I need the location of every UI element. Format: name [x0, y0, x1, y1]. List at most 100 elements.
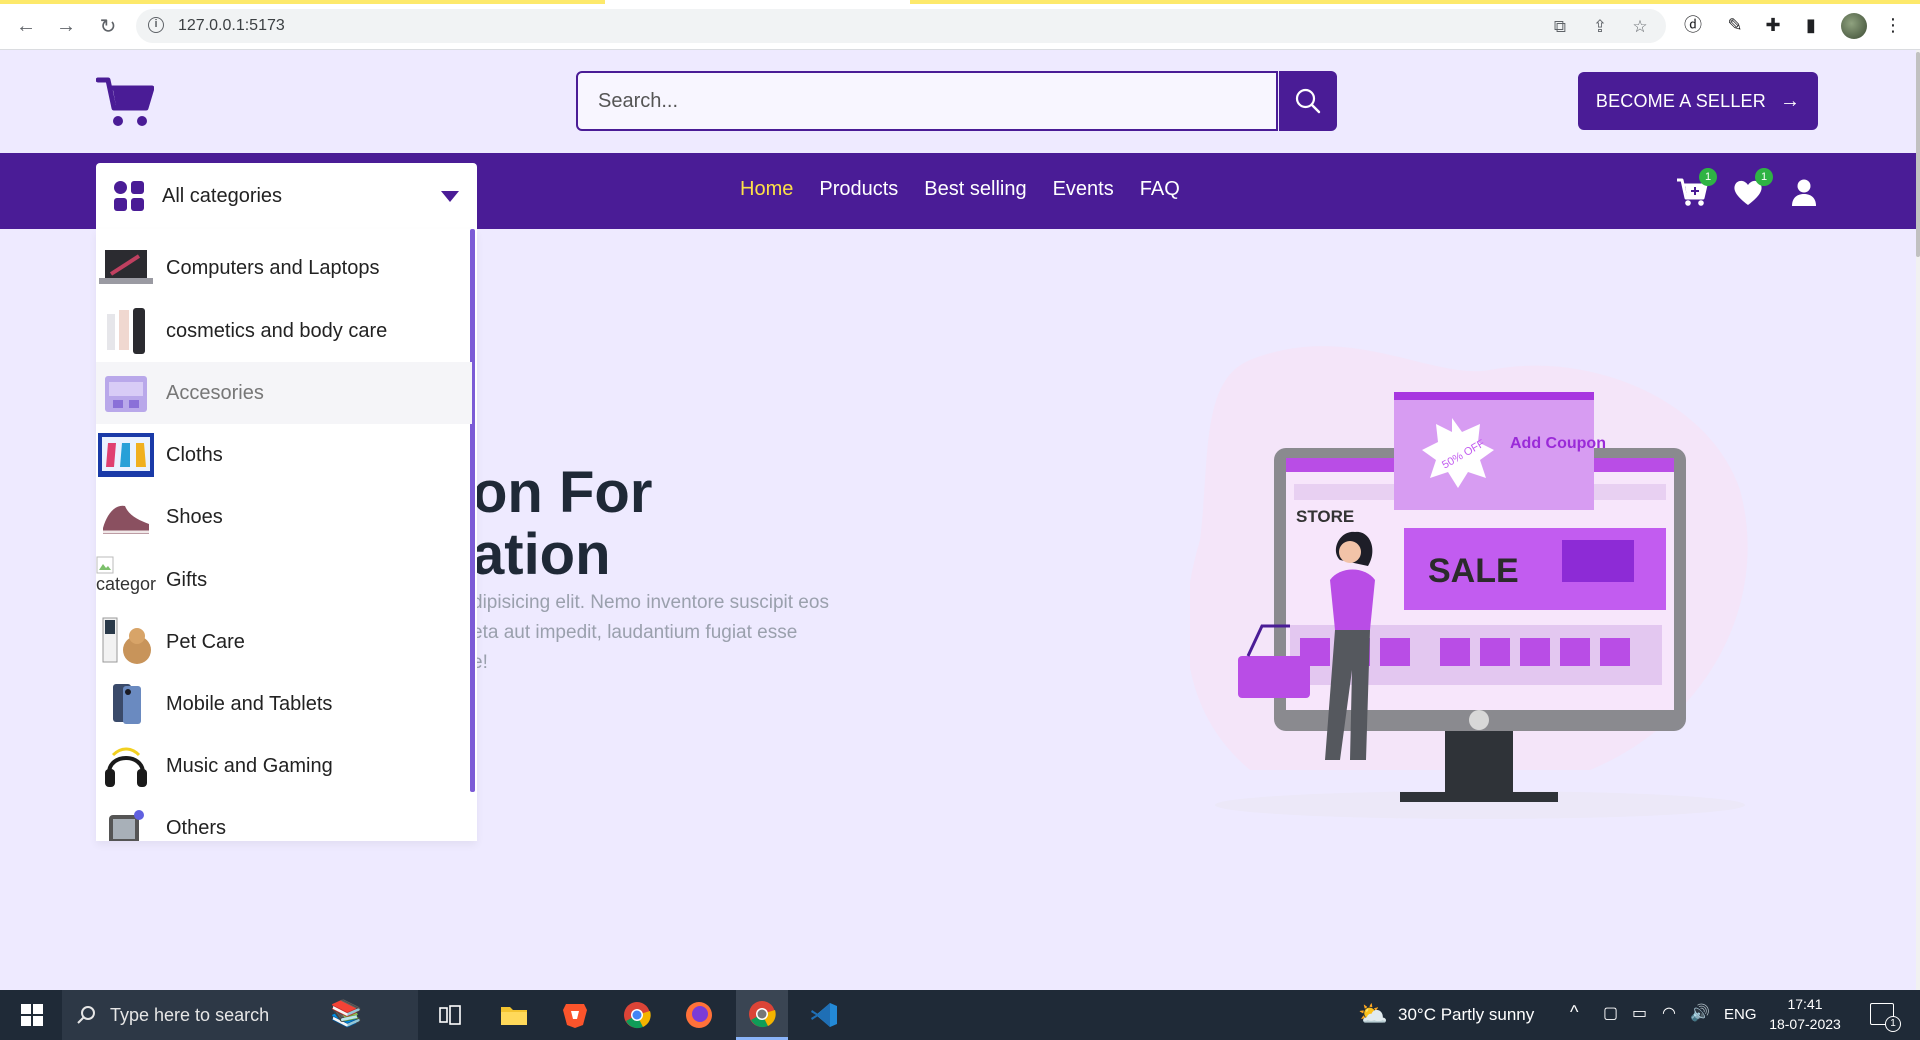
category-label: Shoes: [166, 505, 223, 528]
address-bar[interactable]: i 127.0.0.1:5173 ⧉ ⇪ ☆: [136, 9, 1666, 43]
search-field[interactable]: [576, 71, 1278, 131]
nav-links: Home Products Best selling Events FAQ: [740, 178, 1180, 201]
url-text[interactable]: 127.0.0.1:5173: [178, 17, 285, 35]
categories-dropdown-toggle[interactable]: All categories: [96, 163, 477, 229]
site-info-icon[interactable]: i: [148, 17, 164, 33]
notification-count: 1: [1885, 1016, 1901, 1032]
mobile-thumbnail: [96, 676, 156, 732]
weather-text[interactable]: 30°C Partly sunny: [1398, 1005, 1534, 1025]
category-label: Music and Gaming: [166, 754, 333, 777]
hero-desc-line: eta aut impedit, laudantium fugiat esse: [472, 622, 798, 643]
category-item[interactable]: Mobile and Tablets: [96, 673, 472, 735]
extension-pen-icon[interactable]: ✎: [1724, 14, 1746, 36]
search-icon: [77, 1006, 95, 1024]
pet-care-thumbnail: [96, 614, 156, 670]
loading-strip: [910, 0, 1920, 4]
chrome-icon[interactable]: [611, 990, 663, 1040]
weather-icon[interactable]: ⛅: [1358, 1000, 1388, 1029]
file-explorer-icon[interactable]: [488, 990, 540, 1040]
vscode-icon[interactable]: [798, 990, 850, 1040]
wishlist-button[interactable]: 1: [1731, 168, 1773, 208]
hero-desc-line: dipisicing elit. Nemo inventore suscipit…: [472, 592, 829, 613]
chevron-up-icon[interactable]: ^: [1570, 1002, 1578, 1023]
become-seller-label: BECOME A SELLER: [1595, 90, 1766, 111]
open-in-app-icon[interactable]: ⧉: [1550, 17, 1570, 37]
clock-time: 17:41: [1787, 996, 1823, 1012]
user-icon: [1792, 179, 1816, 206]
hero-description: dipisicing elit. Nemo inventore suscipit…: [472, 588, 852, 678]
taskbar-search[interactable]: Type here to search 📚: [62, 990, 418, 1040]
category-label: Gifts: [166, 568, 208, 591]
shoes-thumbnail: [96, 489, 156, 545]
device-icon[interactable]: ▢: [1603, 1003, 1618, 1023]
nav-link-best-selling[interactable]: Best selling: [924, 178, 1026, 201]
bookmark-star-icon[interactable]: ☆: [1630, 17, 1650, 37]
nav-link-home[interactable]: Home: [740, 178, 793, 201]
illus-coupon-text: Add Coupon: [1510, 435, 1606, 452]
task-view-icon[interactable]: [424, 990, 476, 1040]
accessories-thumbnail: [96, 365, 156, 421]
windows-start-icon[interactable]: [6, 990, 58, 1040]
clothes-thumbnail: [96, 427, 156, 483]
categories-dropdown: Computers and Laptops cosmetics and body…: [96, 229, 477, 841]
category-item[interactable]: Pet Care: [96, 611, 472, 673]
side-panel-icon[interactable]: ▮: [1800, 14, 1822, 36]
notification-icon[interactable]: 1: [1870, 1003, 1901, 1032]
taskbar-search-label: Type here to search: [110, 1004, 270, 1025]
profile-button[interactable]: [1787, 176, 1821, 208]
cart-button[interactable]: 1: [1675, 168, 1717, 208]
search-highlight-icon: 📚: [330, 998, 363, 1028]
arrow-right-icon: →: [1779, 89, 1801, 112]
category-item[interactable]: Cloths: [96, 424, 472, 486]
battery-icon[interactable]: ▭: [1632, 1003, 1647, 1023]
category-label: Computers and Laptops: [166, 256, 380, 279]
extensions-puzzle-icon[interactable]: ✚: [1762, 14, 1784, 36]
become-seller-button[interactable]: BECOME A SELLER →: [1578, 72, 1818, 130]
forward-icon[interactable]: →: [52, 12, 80, 40]
category-item[interactable]: Music and Gaming: [96, 735, 472, 797]
nav-link-faq[interactable]: FAQ: [1140, 178, 1180, 201]
brave-browser-icon[interactable]: [549, 990, 601, 1040]
nav-link-events[interactable]: Events: [1053, 178, 1114, 201]
language-indicator[interactable]: ENG: [1724, 1006, 1757, 1023]
categories-label: All categories: [162, 184, 283, 207]
system-clock[interactable]: 17:41 18-07-2023: [1760, 994, 1850, 1034]
cart-count-badge: 1: [1699, 168, 1717, 186]
reload-icon[interactable]: ↻: [94, 12, 122, 40]
share-icon[interactable]: ⇪: [1590, 17, 1610, 37]
firefox-icon[interactable]: [673, 990, 725, 1040]
magnifier-icon: [1295, 88, 1321, 114]
category-item[interactable]: cosmetics and body care: [96, 300, 472, 362]
wishlist-count-badge: 1: [1755, 168, 1773, 186]
laptop-thumbnail: [96, 240, 156, 296]
category-item[interactable]: categories Gifts: [96, 549, 472, 611]
more-menu-icon[interactable]: ⋮: [1882, 14, 1904, 36]
nav-link-products[interactable]: Products: [819, 178, 898, 201]
search-button[interactable]: [1279, 71, 1337, 131]
volume-icon[interactable]: 🔊: [1690, 1003, 1710, 1023]
category-label: Cloths: [166, 443, 223, 466]
category-item[interactable]: Shoes: [96, 486, 472, 548]
extension-d-icon[interactable]: ⓓ: [1682, 14, 1704, 36]
category-label: cosmetics and body care: [166, 319, 388, 342]
category-item[interactable]: Computers and Laptops: [96, 237, 472, 299]
headphones-thumbnail: [96, 738, 156, 794]
browser-toolbar: ← → ↻ i 127.0.0.1:5173 ⧉ ⇪ ☆ ⓓ ✎ ✚ ▮ ⋮: [0, 0, 1920, 50]
illus-sale-text: SALE: [1428, 552, 1519, 590]
shopping-cart-icon[interactable]: [95, 76, 155, 128]
chrome-dev-active-icon[interactable]: [736, 990, 788, 1040]
search-input[interactable]: [578, 73, 1276, 129]
hero-title: on For ation: [472, 462, 652, 586]
grid-icon: [114, 181, 144, 211]
page-scrollbar-thumb[interactable]: [1916, 52, 1920, 257]
category-label: Others: [166, 816, 227, 839]
clock-date: 18-07-2023: [1769, 1016, 1841, 1032]
others-thumbnail: [96, 800, 156, 841]
page-scrollbar[interactable]: [1916, 50, 1920, 990]
category-item[interactable]: Accesories: [96, 362, 472, 424]
back-icon[interactable]: ←: [12, 12, 40, 40]
wifi-icon[interactable]: ◠: [1662, 1003, 1676, 1023]
category-item[interactable]: Others: [96, 797, 472, 841]
windows-taskbar: Type here to search 📚 ⛅ 30°C Partly sunn…: [0, 990, 1920, 1040]
profile-avatar[interactable]: [1841, 13, 1867, 39]
